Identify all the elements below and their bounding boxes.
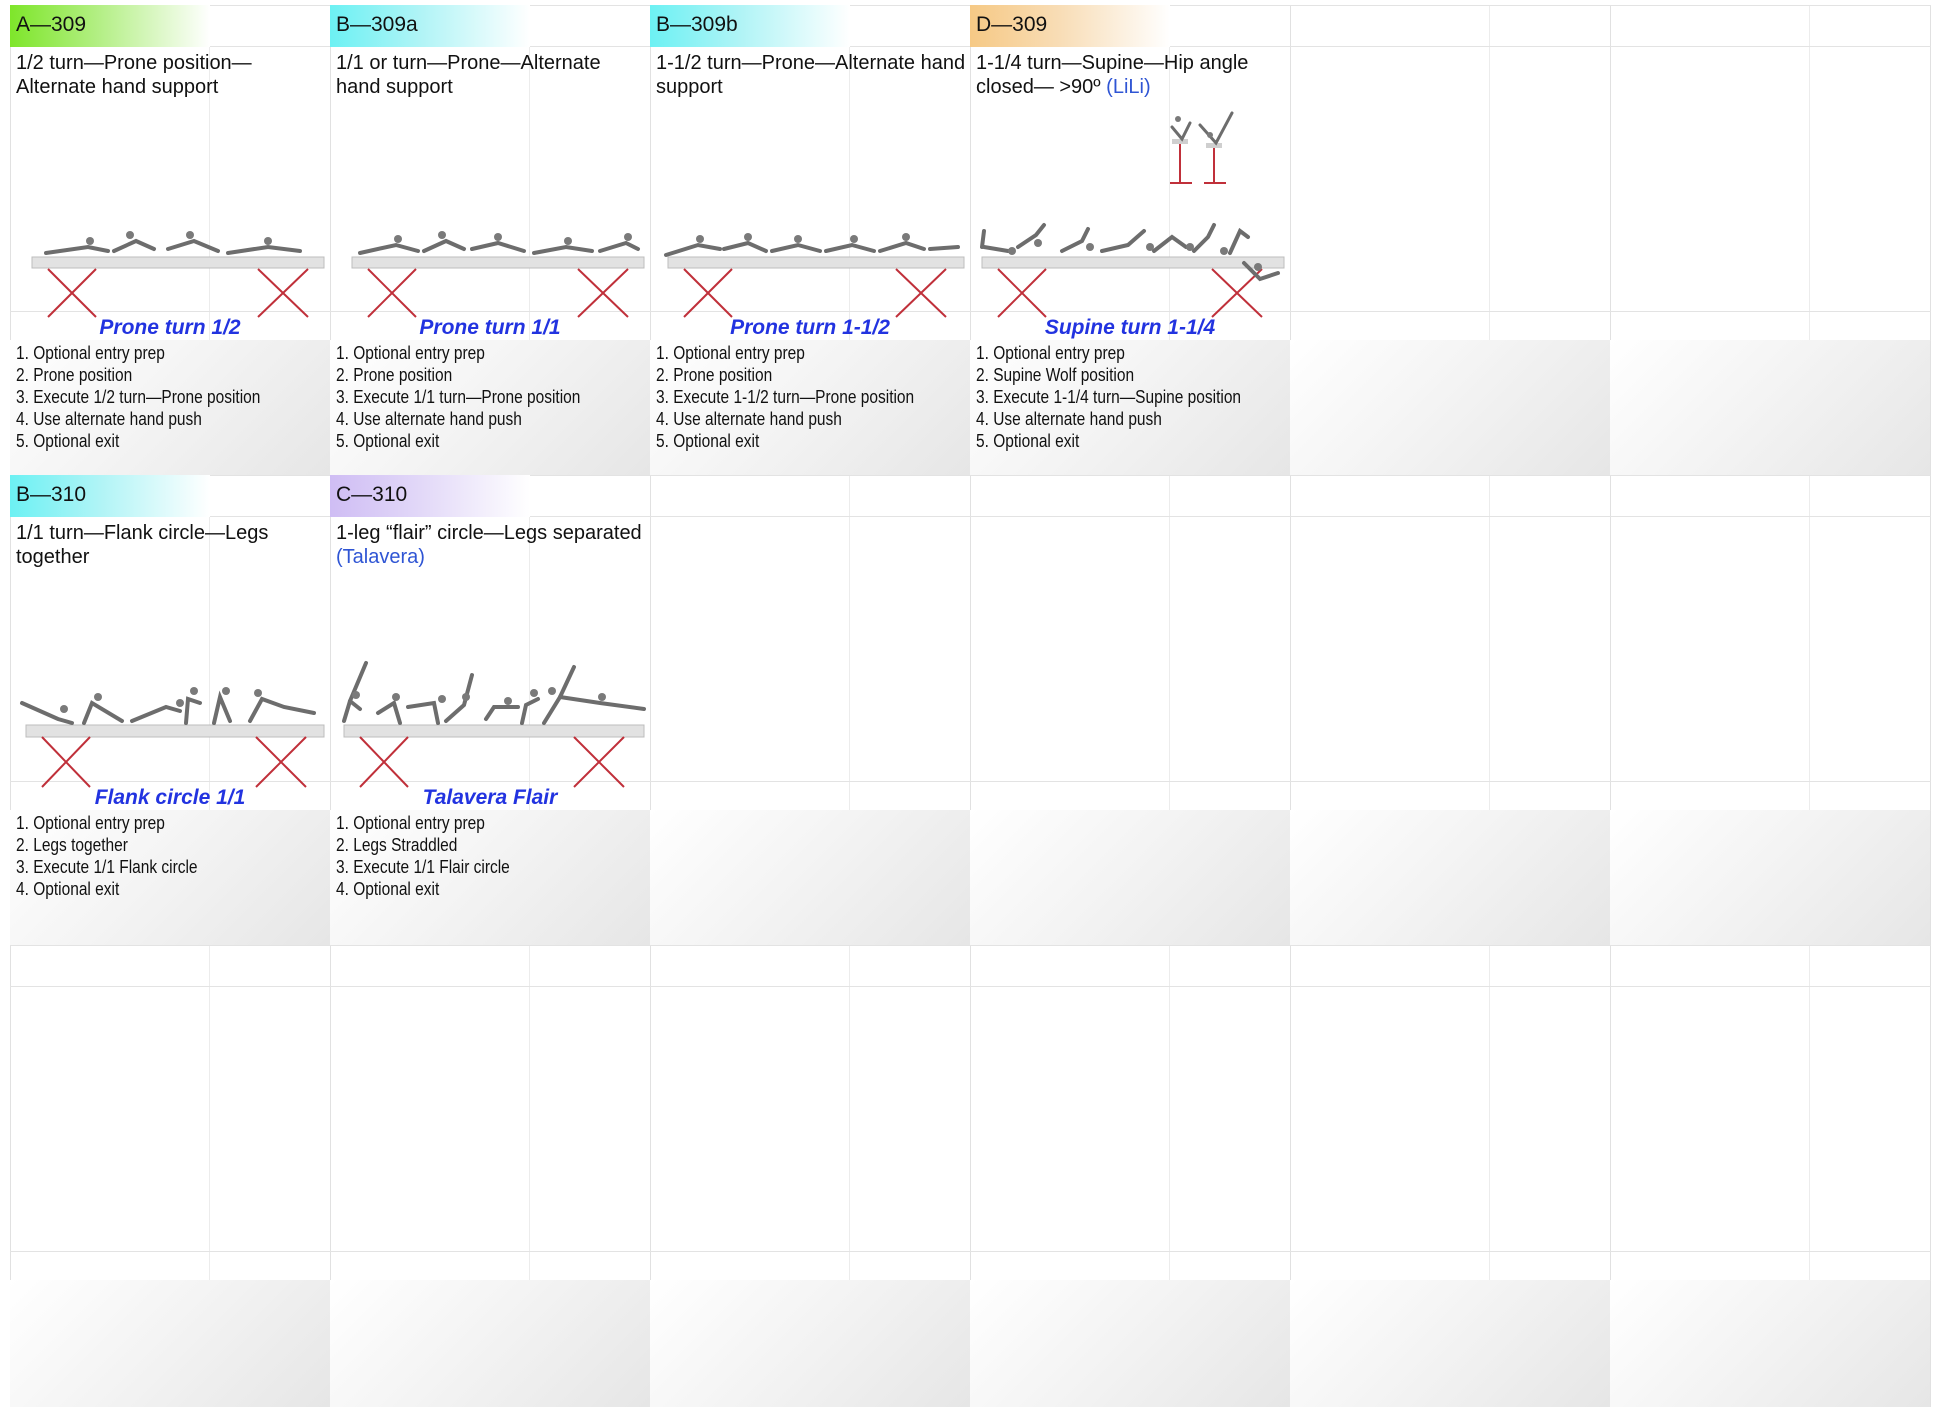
grid-hline <box>10 1251 1931 1252</box>
grid-hline <box>10 986 1931 987</box>
element-code-badge: B—309b <box>650 5 850 47</box>
step-item: 3. Execute 1/2 turn—Prone position <box>16 387 261 407</box>
element-cell: D—309 1-1/4 turn—Supine—Hip angle closed… <box>970 5 1290 475</box>
element-code-badge: A—309 <box>10 5 210 47</box>
element-description-text: 1-1/2 turn—Prone—Alternate hand support <box>656 52 966 98</box>
element-description: 1-1/4 turn—Supine—Hip angle closed— >90º… <box>976 51 1288 99</box>
step-item: 4. Use alternate hand push <box>16 409 202 429</box>
step-item: 3. Execute 1/1 Flank circle <box>16 857 198 877</box>
steps-band <box>650 1280 970 1407</box>
element-name: Flank circle 1/1 <box>94 786 246 809</box>
element-name: Prone turn 1-1/2 <box>730 316 890 339</box>
element-code-badge: D—309 <box>970 5 1170 47</box>
steps-band <box>970 810 1290 945</box>
grid-vline <box>1489 5 1490 1407</box>
element-name: Supine turn 1-1/4 <box>1044 316 1216 339</box>
grid-vline <box>1930 5 1931 1407</box>
element-description-text: 1/2 turn—Prone position—Alternate hand s… <box>16 52 252 98</box>
flair-circle-figure-icon <box>338 657 650 795</box>
mini-apparatus-icon <box>1170 105 1260 195</box>
element-description: 1/2 turn—Prone position—Alternate hand s… <box>16 51 328 99</box>
steps-band <box>1290 810 1610 945</box>
element-name: Talavera Flair <box>422 786 558 809</box>
element-description-text: 1/1 turn—Flank circle—Legs together <box>16 522 269 568</box>
author-link[interactable]: (LiLi) <box>1106 76 1150 98</box>
step-item: 3. Execute 1-1/4 turn—Supine position <box>976 387 1242 407</box>
step-item: 5. Optional exit <box>336 431 440 451</box>
step-item: 4. Use alternate hand push <box>976 409 1162 429</box>
step-item: 5. Optional exit <box>656 431 760 451</box>
element-cell: A—309 1/2 turn—Prone position—Alternate … <box>10 5 330 475</box>
steps-list: 1. Optional entry prep 2. Legs Straddled… <box>336 812 603 900</box>
step-item: 1. Optional entry prep <box>976 343 1125 363</box>
step-item: 3. Execute 1-1/2 turn—Prone position <box>656 387 915 407</box>
prone-turn-figure-icon <box>18 227 330 325</box>
step-item: 4. Use alternate hand push <box>336 409 522 429</box>
author-link[interactable]: (Talavera) <box>336 546 425 568</box>
steps-band <box>1290 340 1610 475</box>
steps-band <box>330 1280 650 1407</box>
grid-vline <box>1290 5 1291 1407</box>
element-cell: C—310 1-leg “flair” circle—Legs separate… <box>330 475 650 945</box>
step-item: 1. Optional entry prep <box>336 343 485 363</box>
element-name: Prone turn 1/1 <box>419 316 561 339</box>
steps-list: 1. Optional entry prep 2. Prone position… <box>336 342 603 452</box>
prone-turn-figure-icon <box>338 227 650 325</box>
step-item: 4. Optional exit <box>16 879 120 899</box>
step-item: 2. Prone position <box>16 365 133 385</box>
steps-band <box>1290 1280 1610 1407</box>
grid-hline <box>10 945 1931 946</box>
step-item: 4. Optional exit <box>336 879 440 899</box>
element-code-badge: B—310 <box>10 475 210 517</box>
steps-list: 1. Optional entry prep 2. Legs together … <box>16 812 283 900</box>
prone-turn-figure-icon <box>658 227 970 325</box>
step-item: 2. Supine Wolf position <box>976 365 1135 385</box>
element-description-text: 1-leg “flair” circle—Legs separated <box>336 522 642 544</box>
flank-circle-figure-icon <box>18 677 330 795</box>
step-item: 1. Optional entry prep <box>16 813 165 833</box>
steps-list: 1. Optional entry prep 2. Supine Wolf po… <box>976 342 1243 452</box>
steps-band <box>1610 340 1930 475</box>
element-description: 1/1 or turn—Prone—Alternate hand support <box>336 51 648 99</box>
element-description: 1-leg “flair” circle—Legs separated (Tal… <box>336 521 648 569</box>
steps-list: 1. Optional entry prep 2. Prone position… <box>16 342 283 452</box>
supine-turn-figure-icon <box>978 207 1290 325</box>
step-item: 2. Prone position <box>656 365 773 385</box>
step-item: 2. Prone position <box>336 365 453 385</box>
step-item: 5. Optional exit <box>16 431 120 451</box>
steps-list: 1. Optional entry prep 2. Prone position… <box>656 342 923 452</box>
step-item: 5. Optional exit <box>976 431 1080 451</box>
grid-vline <box>1809 5 1810 1407</box>
steps-band <box>970 1280 1290 1407</box>
steps-band <box>1610 810 1930 945</box>
element-cell: B—310 1/1 turn—Flank circle—Legs togethe… <box>10 475 330 945</box>
element-code-badge: B—309a <box>330 5 530 47</box>
element-name: Prone turn 1/2 <box>99 316 241 339</box>
steps-band <box>1610 1280 1930 1407</box>
step-item: 4. Use alternate hand push <box>656 409 842 429</box>
grid-vline <box>1610 5 1611 1407</box>
step-item: 3. Execute 1/1 Flair circle <box>336 857 510 877</box>
steps-band <box>650 810 970 945</box>
element-description-text: 1/1 or turn—Prone—Alternate hand support <box>336 52 601 98</box>
step-item: 1. Optional entry prep <box>336 813 485 833</box>
element-description: 1/1 turn—Flank circle—Legs together <box>16 521 328 569</box>
step-item: 1. Optional entry prep <box>656 343 805 363</box>
steps-band <box>10 1280 330 1407</box>
step-item: 2. Legs together <box>16 835 128 855</box>
element-description: 1-1/2 turn—Prone—Alternate hand support <box>656 51 968 99</box>
element-code-badge: C—310 <box>330 475 530 517</box>
step-item: 2. Legs Straddled <box>336 835 458 855</box>
element-cell: B—309b 1-1/2 turn—Prone—Alternate hand s… <box>650 5 970 475</box>
element-cell: B—309a 1/1 or turn—Prone—Alternate hand … <box>330 5 650 475</box>
step-item: 1. Optional entry prep <box>16 343 165 363</box>
step-item: 3. Execute 1/1 turn—Prone position <box>336 387 581 407</box>
